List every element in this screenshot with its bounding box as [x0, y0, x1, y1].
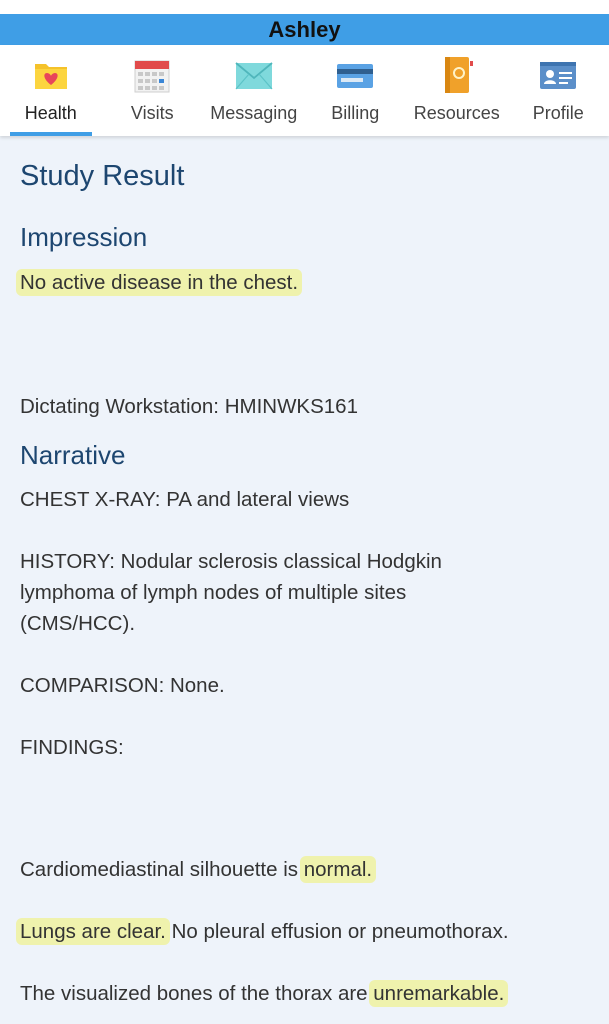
tab-visits[interactable]: Visits [102, 45, 204, 136]
exam-description: CHEST X-RAY: PA and lateral views [20, 488, 350, 511]
impression-heading: Impression [20, 222, 148, 252]
id-card-icon [540, 62, 577, 89]
tab-label: Visits [130, 103, 174, 123]
narrative-heading: Narrative [20, 440, 126, 470]
history-text: HISTORY: Nodular sclerosis classical Hod… [20, 550, 442, 635]
finding-bones: The visualized bones of the thorax are u… [20, 978, 590, 1009]
highlight: Lungs are clear. [16, 918, 170, 945]
main-tab-bar: Health Visits Messaging Billing Resource… [0, 45, 609, 136]
patient-name: Ashley [268, 16, 341, 42]
tab-label: Profile [532, 103, 584, 123]
tab-billing[interactable]: Billing [305, 45, 407, 136]
finding-text: The visualized bones of the thorax are [20, 982, 374, 1005]
comparison-text: COMPARISON: None. [20, 674, 225, 697]
finding-lungs: Lungs are clear. No pleural effusion or … [16, 916, 590, 947]
tab-resources[interactable]: Resources [406, 45, 508, 136]
tab-label: Billing [331, 103, 380, 123]
credit-card-icon [337, 64, 374, 88]
highlight: normal. [299, 856, 377, 883]
calendar-icon [134, 60, 170, 93]
tab-label: Messaging [210, 103, 298, 123]
tab-label: Health [24, 103, 77, 123]
tab-messaging[interactable]: Messaging [203, 45, 305, 136]
page-title: Study Result [20, 160, 185, 192]
tab-health[interactable]: Health [0, 45, 102, 136]
tab-profile[interactable]: Profile [508, 45, 609, 136]
app-title-bar: Ashley [0, 14, 609, 45]
highlight: No active disease in the chest. [16, 269, 303, 296]
finding-text: Cardiomediastinal silhouette is [20, 858, 304, 881]
dictating-workstation: Dictating Workstation: HMINWKS161 [20, 395, 358, 418]
impression-text: No active disease in the chest. [16, 267, 590, 298]
envelope-icon [235, 62, 273, 90]
heart-folder-icon [34, 64, 67, 89]
highlight: unremarkable. [369, 980, 509, 1007]
status-strip [0, 0, 609, 14]
book-icon [444, 57, 473, 93]
findings-label: FINDINGS: [20, 736, 124, 759]
tab-label: Resources [413, 103, 500, 123]
finding-cardiomediastinal: Cardiomediastinal silhouette is normal. [20, 854, 590, 885]
finding-text: No pleural effusion or pneumothorax. [165, 920, 509, 943]
